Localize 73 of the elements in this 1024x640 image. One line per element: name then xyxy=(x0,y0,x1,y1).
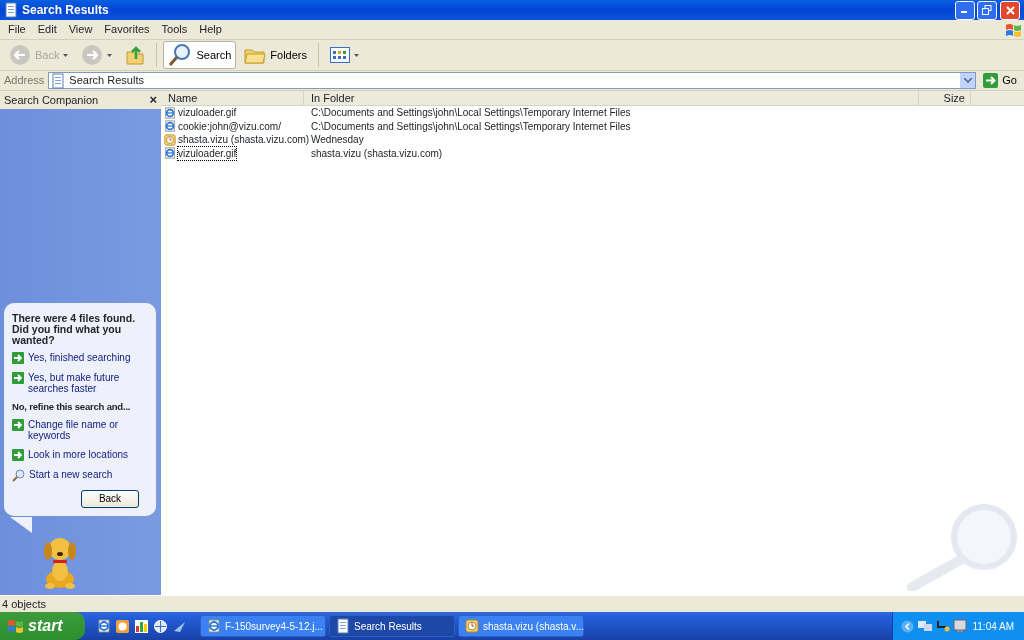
window-title: Search Results xyxy=(22,2,109,19)
column-header[interactable]: Size xyxy=(919,91,971,105)
address-field[interactable]: Search Results xyxy=(48,72,977,89)
minimize-button[interactable] xyxy=(954,0,975,20)
menu-item[interactable]: Edit xyxy=(31,21,63,38)
windows-logo-icon xyxy=(1004,22,1022,39)
start-button[interactable]: start xyxy=(0,612,85,640)
arrow-icon xyxy=(12,418,24,431)
document-icon xyxy=(336,618,350,634)
clock-icon[interactable] xyxy=(115,618,130,634)
result-message: There were 4 files found. Did you find what you wanted? xyxy=(12,312,137,346)
column-header[interactable]: Name xyxy=(161,91,304,105)
arrow-icon xyxy=(12,351,24,364)
browser-icon xyxy=(164,147,176,160)
close-button[interactable] xyxy=(1000,0,1020,20)
caret-icon xyxy=(354,53,359,57)
address-label: Address xyxy=(4,73,45,89)
folder-cell-text: C:\Documents and Settings\john\Local Settings\Temporary Internet Files xyxy=(310,106,632,120)
option-link[interactable]: Look in more locations xyxy=(28,448,129,460)
pane-title: Search Companion xyxy=(4,92,99,108)
menu-item[interactable]: File xyxy=(2,21,32,38)
caret-icon xyxy=(63,53,69,57)
clock-icon xyxy=(164,133,176,146)
taskbar-button[interactable]: shasta.vizu (shasta.v... xyxy=(458,615,584,637)
file-name[interactable]: vizuloader.gif xyxy=(178,146,237,160)
folder-cell-text: shasta.vizu (shasta.vizu.com) xyxy=(310,146,444,160)
menu-item[interactable]: Favorites xyxy=(98,21,156,38)
file-name[interactable]: shasta.vizu (shasta.vizu.com) xyxy=(178,133,310,147)
go-arrow-icon xyxy=(983,73,999,88)
file-name[interactable]: vizuloader.gif xyxy=(178,106,237,120)
arrow-icon xyxy=(12,371,24,384)
option-link[interactable]: Yes, finished searching xyxy=(28,351,131,363)
cable-icon[interactable] xyxy=(935,619,950,633)
document-icon xyxy=(4,2,18,18)
chevron-icon[interactable] xyxy=(900,619,914,633)
search-icon xyxy=(12,468,25,482)
menu-item[interactable]: View xyxy=(62,21,99,38)
browser-icon xyxy=(207,619,221,633)
restore-button[interactable] xyxy=(977,0,998,20)
option-link[interactable]: Change file name or keywords xyxy=(28,418,152,441)
views-icon xyxy=(330,47,350,63)
go-button[interactable]: Go xyxy=(980,71,1020,90)
toolbar-button[interactable]: Folders xyxy=(239,41,312,69)
chart-icon[interactable] xyxy=(134,618,149,634)
caret-icon xyxy=(107,53,113,57)
option-link[interactable]: Start a new search xyxy=(29,468,113,480)
up-folder-icon xyxy=(125,45,146,65)
browser-icon xyxy=(164,120,176,133)
search-icon xyxy=(168,43,193,67)
toolbar-button[interactable]: Search xyxy=(163,41,237,69)
browser-icon xyxy=(164,106,176,119)
file-name[interactable]: cookie:john@vizu.com/ xyxy=(178,119,281,133)
taskbar-button[interactable]: F-150survey4-5-12.j... xyxy=(200,615,326,637)
menu-item[interactable]: Tools xyxy=(155,21,194,38)
status-text: 4 objects xyxy=(2,598,47,610)
taskbar-button[interactable]: Search Results xyxy=(329,615,455,637)
globe-icon[interactable] xyxy=(153,618,168,634)
arrow-icon xyxy=(12,448,24,461)
column-header[interactable]: In Folder xyxy=(304,91,919,105)
browser-icon[interactable] xyxy=(97,619,111,633)
close-icon xyxy=(1005,5,1015,15)
clock: 11:04 AM xyxy=(972,619,1014,634)
back-button[interactable]: Back xyxy=(81,489,139,508)
document-icon xyxy=(51,72,66,89)
clock-icon xyxy=(465,619,479,633)
menu-item[interactable]: Help xyxy=(193,21,228,38)
dropdown-icon xyxy=(963,78,972,83)
restore-icon xyxy=(982,5,993,15)
windows-logo-icon xyxy=(6,618,24,634)
section-heading: No, refine this search and... xyxy=(12,399,132,414)
option-link[interactable]: Yes, but make future searches faster xyxy=(28,371,152,394)
close-pane-button[interactable]: × xyxy=(149,94,157,106)
folder-cell-text: C:\Documents and Settings\john\Local Settings\Temporary Internet Files xyxy=(310,119,632,133)
